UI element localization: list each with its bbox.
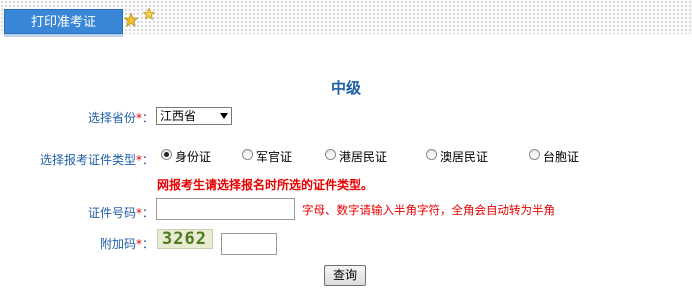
radio-label-id-card: 身份证: [175, 150, 212, 164]
radio-label-macau-resident: 澳居民证: [440, 150, 489, 164]
tab-print-admission-ticket[interactable]: 打印准考证: [4, 9, 123, 34]
radio-macau-resident[interactable]: [426, 149, 437, 160]
query-button[interactable]: 查询: [324, 265, 366, 286]
radio-label-hk-resident: 港居民证: [339, 150, 388, 164]
id-type-label: 选择报考证件类型*：: [39, 153, 154, 167]
star-icon: [143, 8, 155, 20]
radio-label-officer-id: 军官证: [256, 150, 293, 164]
captcha-input[interactable]: [221, 233, 277, 255]
radio-taiwan-permit[interactable]: [529, 149, 540, 160]
id-number-input[interactable]: [156, 198, 295, 220]
star-icon: [124, 13, 138, 27]
captcha-label: 附加码*：: [99, 237, 154, 251]
province-select[interactable]: 江西省: [156, 107, 232, 125]
province-label: 选择省份*：: [87, 111, 154, 125]
captcha-text: 3262: [162, 229, 207, 249]
id-type-warning: 网报考生请选择报名时所选的证件类型。: [157, 178, 374, 192]
id-number-hint: 字母、数字请输入半角字符，全角会自动转为半角: [302, 203, 555, 217]
radio-officer-id[interactable]: [242, 149, 253, 160]
page-title: 中级: [330, 79, 361, 97]
chevron-down-icon: [220, 113, 228, 119]
captcha-image[interactable]: 3262: [157, 229, 213, 249]
tab-underline: [4, 34, 123, 37]
radio-id-card[interactable]: [161, 149, 172, 160]
radio-label-taiwan-permit: 台胞证: [543, 150, 580, 164]
radio-hk-resident[interactable]: [325, 149, 336, 160]
id-number-label: 证件号码*：: [87, 206, 154, 220]
